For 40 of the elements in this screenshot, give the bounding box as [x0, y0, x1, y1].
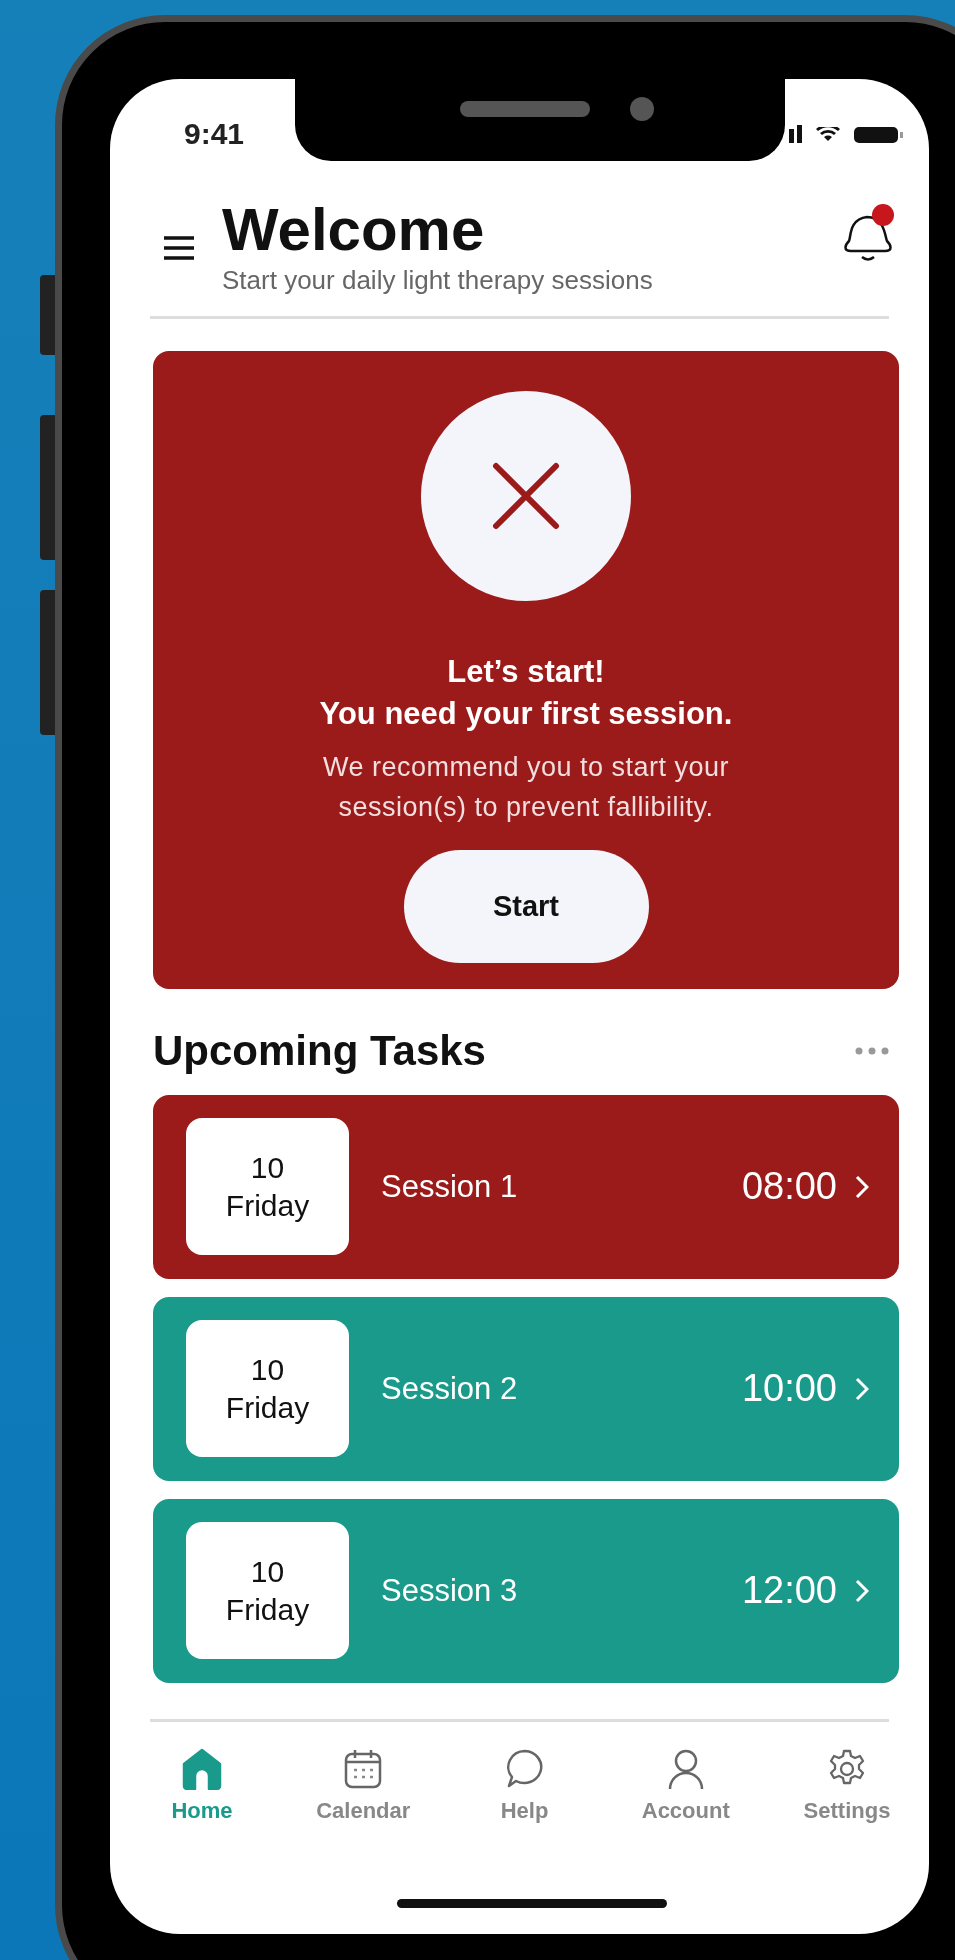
chevron-right-icon: [855, 1376, 869, 1401]
alert-title: Let’s start!: [447, 653, 605, 691]
chevron-right-icon: [855, 1174, 869, 1199]
date-day: 10: [250, 1149, 285, 1187]
task-time: 10:00: [741, 1367, 837, 1411]
page-subtitle: Start your daily light therapy sessions: [222, 265, 654, 296]
start-button[interactable]: Start: [403, 849, 649, 963]
task-time: 08:00: [741, 1165, 837, 1209]
signal-icon: [789, 125, 802, 143]
date-day: 10: [250, 1553, 285, 1591]
battery-icon: [854, 127, 903, 143]
alert-title: You need your first session.: [319, 694, 733, 733]
chat-bubble-icon: [504, 1747, 545, 1790]
task-card[interactable]: 10 Friday Session 1 08:00: [153, 1094, 899, 1279]
page-title: Welcome: [222, 197, 486, 263]
task-time: 12:00: [741, 1569, 837, 1613]
more-icon[interactable]: [855, 1046, 889, 1055]
task-name: Session 3: [381, 1572, 519, 1609]
error-x-icon: [421, 391, 631, 601]
alert-message: We recommend you to start your session(s) to prevent fallibility.: [321, 750, 731, 825]
tab-bar-item[interactable]: Account: [615, 1747, 756, 1824]
date-weekday: Friday: [225, 1187, 310, 1224]
menu-icon[interactable]: [162, 235, 196, 261]
date-day: 10: [250, 1351, 285, 1389]
date-weekday: Friday: [225, 1389, 310, 1426]
section-title: Upcoming Tasks: [153, 1026, 486, 1075]
tab-bar-item[interactable]: Calendar: [293, 1747, 434, 1824]
calendar-icon: [343, 1747, 384, 1790]
wifi-icon: [816, 127, 840, 143]
task-card[interactable]: 10 Friday Session 3 12:00: [153, 1498, 899, 1683]
task-name: Session 2: [381, 1370, 519, 1407]
tab-bar-item[interactable]: Settings: [777, 1747, 917, 1824]
task-card[interactable]: 10 Friday Session 2 10:00: [153, 1296, 899, 1481]
tab-bar-item[interactable]: Help: [454, 1747, 595, 1824]
date-weekday: Friday: [225, 1591, 310, 1628]
status-time: 9:41: [184, 117, 245, 151]
chevron-right-icon: [855, 1578, 869, 1603]
tab-bar-item[interactable]: Home: [132, 1747, 272, 1824]
home-icon: [182, 1747, 222, 1790]
task-name: Session 1: [381, 1168, 519, 1205]
